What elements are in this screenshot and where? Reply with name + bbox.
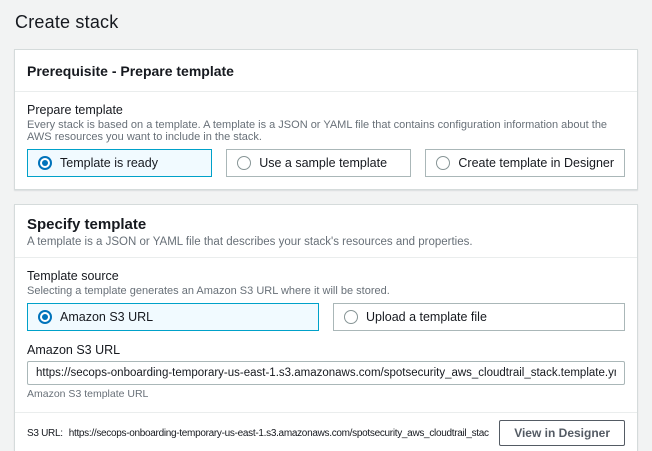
template-source-label: Template source <box>27 269 625 283</box>
amazon-s3-url-label: Amazon S3 URL <box>27 343 625 357</box>
s3-url-label: S3 URL: <box>27 428 63 439</box>
radio-tile-label: Amazon S3 URL <box>60 310 153 324</box>
radio-unselected-icon <box>344 310 358 324</box>
template-source-description: Selecting a template generates an Amazon… <box>27 285 625 297</box>
specify-template-card-footer: S3 URL: https://secops-onboarding-tempora… <box>15 412 637 451</box>
radio-selected-icon <box>38 156 52 170</box>
radio-tile-upload-template-file[interactable]: Upload a template file <box>333 303 625 331</box>
amazon-s3-url-helper: Amazon S3 template URL <box>27 388 625 400</box>
prepare-template-options: Template is ready Use a sample template … <box>27 149 625 177</box>
specify-template-description: A template is a JSON or YAML file that d… <box>27 236 625 248</box>
specify-template-card: Specify template A template is a JSON or… <box>14 204 638 451</box>
radio-selected-icon <box>38 310 52 324</box>
prerequisite-card-body: Prepare template Every stack is based on… <box>15 92 637 189</box>
prerequisite-card-header: Prerequisite - Prepare template <box>15 50 637 92</box>
radio-tile-label: Use a sample template <box>259 156 387 170</box>
radio-unselected-icon <box>436 156 450 170</box>
view-in-designer-button[interactable]: View in Designer <box>499 420 625 446</box>
radio-tile-label: Create template in Designer <box>458 156 614 170</box>
radio-tile-create-template-in-designer[interactable]: Create template in Designer <box>425 149 625 177</box>
amazon-s3-url-input[interactable] <box>27 361 625 385</box>
s3-url-value: https://secops-onboarding-temporary-us-e… <box>69 428 489 439</box>
prerequisite-card: Prerequisite - Prepare template Prepare … <box>14 49 638 190</box>
prepare-template-description: Every stack is based on a template. A te… <box>27 119 625 143</box>
prepare-template-label: Prepare template <box>27 103 625 117</box>
specify-template-title: Specify template <box>27 216 625 233</box>
specify-template-card-body: Template source Selecting a template gen… <box>15 258 637 412</box>
template-source-options: Amazon S3 URL Upload a template file <box>27 303 625 331</box>
radio-tile-use-sample-template[interactable]: Use a sample template <box>226 149 411 177</box>
prerequisite-card-title: Prerequisite - Prepare template <box>27 63 625 79</box>
s3-url-line: S3 URL: https://secops-onboarding-tempora… <box>27 428 489 439</box>
radio-unselected-icon <box>237 156 251 170</box>
radio-tile-label: Upload a template file <box>366 310 487 324</box>
radio-tile-template-is-ready[interactable]: Template is ready <box>27 149 212 177</box>
specify-template-card-header: Specify template A template is a JSON or… <box>15 205 637 258</box>
create-stack-page: Create stack Prerequisite - Prepare temp… <box>0 0 652 451</box>
page-title: Create stack <box>15 12 638 33</box>
radio-tile-label: Template is ready <box>60 156 158 170</box>
radio-tile-amazon-s3-url[interactable]: Amazon S3 URL <box>27 303 319 331</box>
